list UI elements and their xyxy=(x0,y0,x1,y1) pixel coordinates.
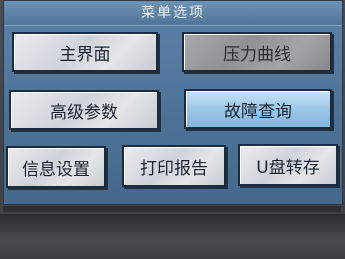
fault-query-button[interactable]: 故障查询 xyxy=(184,89,332,129)
info-settings-label: 信息设置 xyxy=(22,159,90,180)
pressure-curve-label: 压力曲线 xyxy=(223,44,291,65)
print-report-label: 打印报告 xyxy=(140,158,208,179)
main-screen-button[interactable]: 主界面 xyxy=(12,32,158,72)
fault-query-label: 故障查询 xyxy=(224,101,292,122)
usb-transfer-button[interactable]: U盘转存 xyxy=(238,144,338,186)
screen-bottom-edge xyxy=(3,206,341,212)
advanced-params-button[interactable]: 高级参数 xyxy=(9,90,159,130)
menu-title: 菜单选项 xyxy=(4,1,342,26)
usb-transfer-label: U盘转存 xyxy=(256,157,320,178)
advanced-params-label: 高级参数 xyxy=(50,102,118,123)
info-settings-button[interactable]: 信息设置 xyxy=(6,146,106,188)
main-screen-label: 主界面 xyxy=(59,44,111,65)
hmi-screen: 菜单选项 主界面 压力曲线 高级参数 故障查询 信息设置 打印报告 U盘转存 xyxy=(3,0,343,205)
pressure-curve-button[interactable]: 压力曲线 xyxy=(182,32,332,72)
panel-frame-bottom xyxy=(0,214,345,259)
print-report-button[interactable]: 打印报告 xyxy=(122,145,226,187)
